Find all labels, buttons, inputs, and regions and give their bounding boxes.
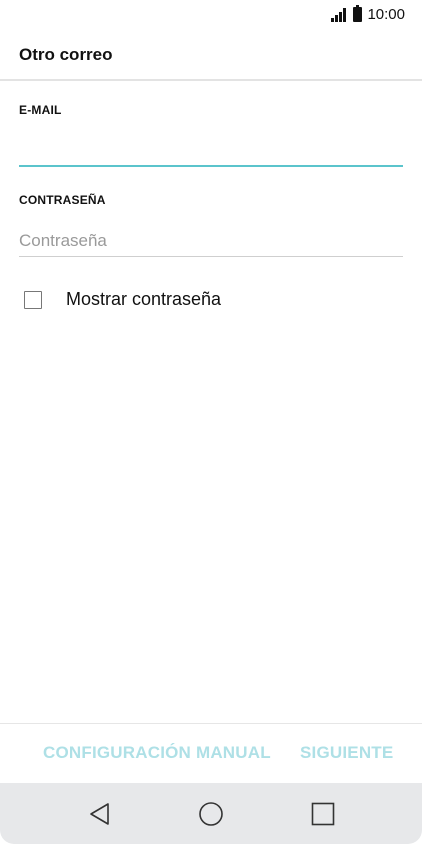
signal-icon bbox=[331, 7, 347, 22]
next-button[interactable]: SIGUIENTE bbox=[300, 743, 393, 763]
back-triangle-icon[interactable] bbox=[87, 801, 113, 827]
page-title: Otro correo bbox=[19, 45, 113, 64]
manual-setup-button[interactable]: CONFIGURACIÓN MANUAL bbox=[43, 743, 271, 763]
password-label: CONTRASEÑA bbox=[19, 193, 106, 207]
email-underline bbox=[19, 165, 403, 167]
show-password-label[interactable]: Mostrar contraseña bbox=[66, 289, 221, 310]
home-circle-icon[interactable] bbox=[198, 801, 224, 827]
actions-divider bbox=[0, 723, 422, 724]
battery-icon bbox=[353, 5, 363, 22]
email-field[interactable] bbox=[19, 134, 403, 162]
status-icons: 10:00 bbox=[331, 5, 405, 23]
status-bar: 10:00 bbox=[0, 0, 422, 30]
navigation-bar bbox=[0, 783, 422, 844]
status-time: 10:00 bbox=[367, 6, 405, 23]
email-label: E-MAIL bbox=[19, 103, 62, 117]
show-password-checkbox[interactable] bbox=[24, 291, 42, 309]
header-divider bbox=[0, 79, 422, 81]
password-field[interactable] bbox=[19, 227, 403, 255]
recent-square-icon[interactable] bbox=[310, 801, 336, 827]
password-underline bbox=[19, 256, 403, 257]
